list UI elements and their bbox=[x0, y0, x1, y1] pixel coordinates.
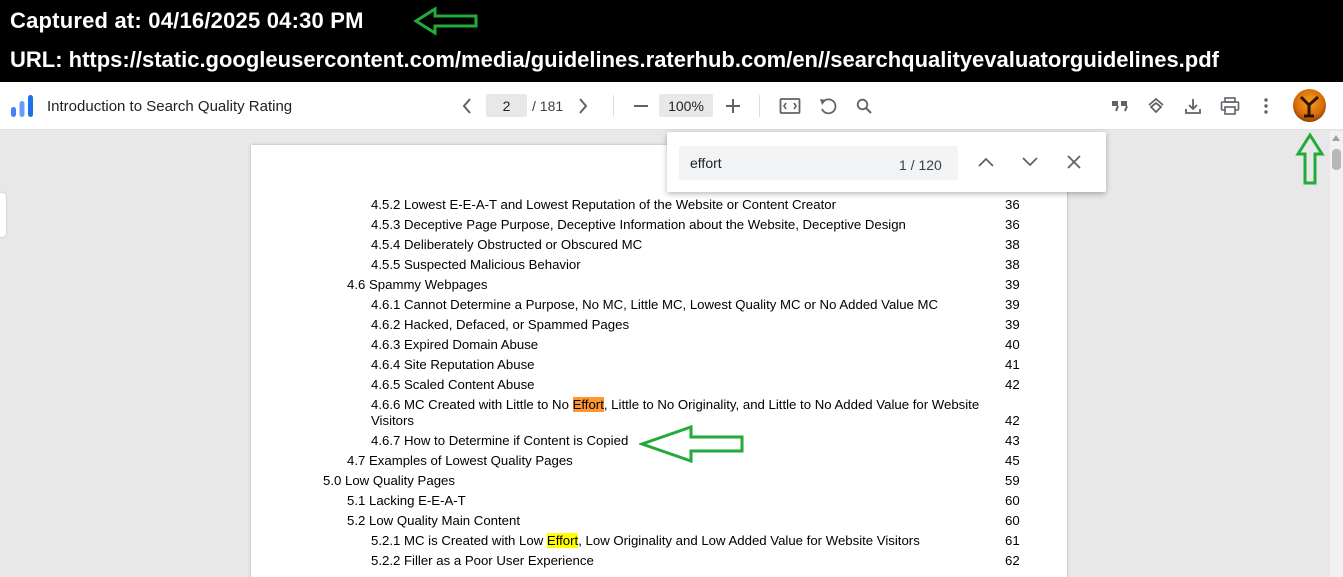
toc-entry-title: 4.6.1 Cannot Determine a Purpose, No MC,… bbox=[371, 297, 939, 312]
zoom-out-minus-icon[interactable] bbox=[629, 82, 653, 130]
google-analytics-logo-icon bbox=[8, 82, 36, 130]
more-options-icon[interactable] bbox=[1255, 82, 1277, 130]
toc-page-number: 40 bbox=[1005, 337, 1020, 352]
previous-page-chevron-icon[interactable] bbox=[456, 82, 478, 130]
toc-page-number: 45 bbox=[1005, 453, 1020, 468]
read-aloud-icon[interactable] bbox=[1144, 82, 1168, 130]
toc-entry-title: 4.7 Examples of Lowest Quality Pages bbox=[347, 453, 573, 468]
pdf-toolbar: Introduction to Search Quality Rating 2 … bbox=[0, 82, 1343, 130]
page-total: / 181 bbox=[532, 98, 564, 114]
toc-entry-title: 5.2.2 Filler as a Poor User Experience bbox=[371, 553, 594, 568]
annotation-arrow-left-icon bbox=[639, 424, 744, 464]
annotation-arrow-left-icon bbox=[413, 6, 478, 36]
toc-page-number: 60 bbox=[1005, 493, 1020, 508]
toc-entry-title: 4.5.3 Deceptive Page Purpose, Deceptive … bbox=[371, 217, 906, 232]
close-icon[interactable] bbox=[1063, 148, 1085, 176]
scrollbar-thumb[interactable] bbox=[1332, 149, 1341, 170]
zoom-in-plus-icon[interactable] bbox=[721, 82, 745, 130]
find-match-count: 1 / 120 bbox=[899, 157, 942, 173]
toc-entry-title: 5.2 Low Quality Main Content bbox=[347, 513, 520, 528]
toc-entry-title: 5.0 Low Quality Pages bbox=[323, 473, 455, 488]
find-bar: effort 1 / 120 bbox=[667, 132, 1106, 192]
previous-match-chevron-up-icon[interactable] bbox=[975, 148, 997, 176]
scroll-up-arrow-icon[interactable] bbox=[1332, 135, 1340, 141]
pdf-page: 4.5.2 Lowest E-E-A-T and Lowest Reputati… bbox=[251, 145, 1067, 577]
profile-avatar[interactable] bbox=[1293, 89, 1326, 122]
toc-entry-title: 4.5.4 Deliberately Obstructed or Obscure… bbox=[371, 237, 643, 252]
toc-page-number: 38 bbox=[1005, 237, 1020, 252]
toc-page-number: 60 bbox=[1005, 513, 1020, 528]
toc-page-number: 39 bbox=[1005, 277, 1020, 292]
toc-page-number: 42 bbox=[1005, 413, 1020, 428]
search-icon[interactable] bbox=[853, 82, 875, 130]
toc-page-number: 62 bbox=[1005, 553, 1020, 568]
scrollbar[interactable] bbox=[1330, 131, 1343, 577]
rotate-counterclockwise-icon[interactable] bbox=[816, 82, 840, 130]
toc-page-number: 43 bbox=[1005, 433, 1020, 448]
toc-entry-title: 4.6.7 How to Determine if Content is Cop… bbox=[371, 433, 629, 448]
toc-entry-title: 5.2.1 MC is Created with Low Effort, Low… bbox=[371, 533, 920, 548]
current-search-match: Effort bbox=[572, 397, 604, 412]
toc-page-number: 39 bbox=[1005, 317, 1020, 332]
find-query[interactable]: effort bbox=[690, 155, 722, 171]
toc-page-number: 36 bbox=[1005, 197, 1020, 212]
toc-page-number: 41 bbox=[1005, 357, 1020, 372]
toc-entry-title: 4.6.4 Site Reputation Abuse bbox=[371, 357, 535, 372]
next-page-chevron-icon[interactable] bbox=[572, 82, 594, 130]
toc-page-number: 39 bbox=[1005, 297, 1020, 312]
sidebar-toggle-tab[interactable] bbox=[0, 193, 6, 237]
toc-entry-title: 4.6.3 Expired Domain Abuse bbox=[371, 337, 539, 352]
toc-page-number: 42 bbox=[1005, 377, 1020, 392]
capture-timestamp: Captured at: 04/16/2025 04:30 PM bbox=[10, 8, 364, 33]
next-match-chevron-down-icon[interactable] bbox=[1019, 148, 1041, 176]
toc-entry-title: 4.6 Spammy Webpages bbox=[347, 277, 488, 292]
toc-entry-title: 4.5.5 Suspected Malicious Behavior bbox=[371, 257, 581, 272]
fit-to-page-icon[interactable] bbox=[778, 82, 802, 130]
toolbar-divider bbox=[759, 95, 760, 117]
toc-entry-title: 4.6.2 Hacked, Defaced, or Spammed Pages bbox=[371, 317, 630, 332]
toc-entry-title: 5.1 Lacking E-E-A-T bbox=[347, 493, 466, 508]
document-title: Introduction to Search Quality Rating bbox=[47, 97, 293, 115]
capture-url: URL: https://static.googleusercontent.co… bbox=[10, 47, 1219, 72]
annotation-arrow-up-icon bbox=[1295, 132, 1325, 185]
caption-banner: Captured at: 04/16/2025 04:30 PM URL: ht… bbox=[0, 0, 1343, 82]
pdf-viewer[interactable]: 4.5.2 Lowest E-E-A-T and Lowest Reputati… bbox=[0, 131, 1343, 577]
toc-page-number: 61 bbox=[1005, 533, 1020, 548]
toc-page-number: 59 bbox=[1005, 473, 1020, 488]
toolbar-divider bbox=[613, 95, 614, 117]
toc-entry-title: 4.6.5 Scaled Content Abuse bbox=[371, 377, 535, 392]
toc-page-number: 38 bbox=[1005, 257, 1020, 272]
screenshot: Captured at: 04/16/2025 04:30 PM URL: ht… bbox=[0, 0, 1343, 577]
toc-entry-title: 4.5.2 Lowest E-E-A-T and Lowest Reputati… bbox=[371, 197, 836, 212]
download-icon[interactable] bbox=[1181, 82, 1205, 130]
search-match: Effort bbox=[546, 533, 579, 548]
print-icon[interactable] bbox=[1218, 82, 1242, 130]
toc-page-number: 36 bbox=[1005, 217, 1020, 232]
zoom-level-input[interactable]: 100% bbox=[659, 94, 713, 117]
quote-icon[interactable] bbox=[1108, 82, 1132, 130]
page-number-input[interactable]: 2 bbox=[486, 94, 527, 117]
